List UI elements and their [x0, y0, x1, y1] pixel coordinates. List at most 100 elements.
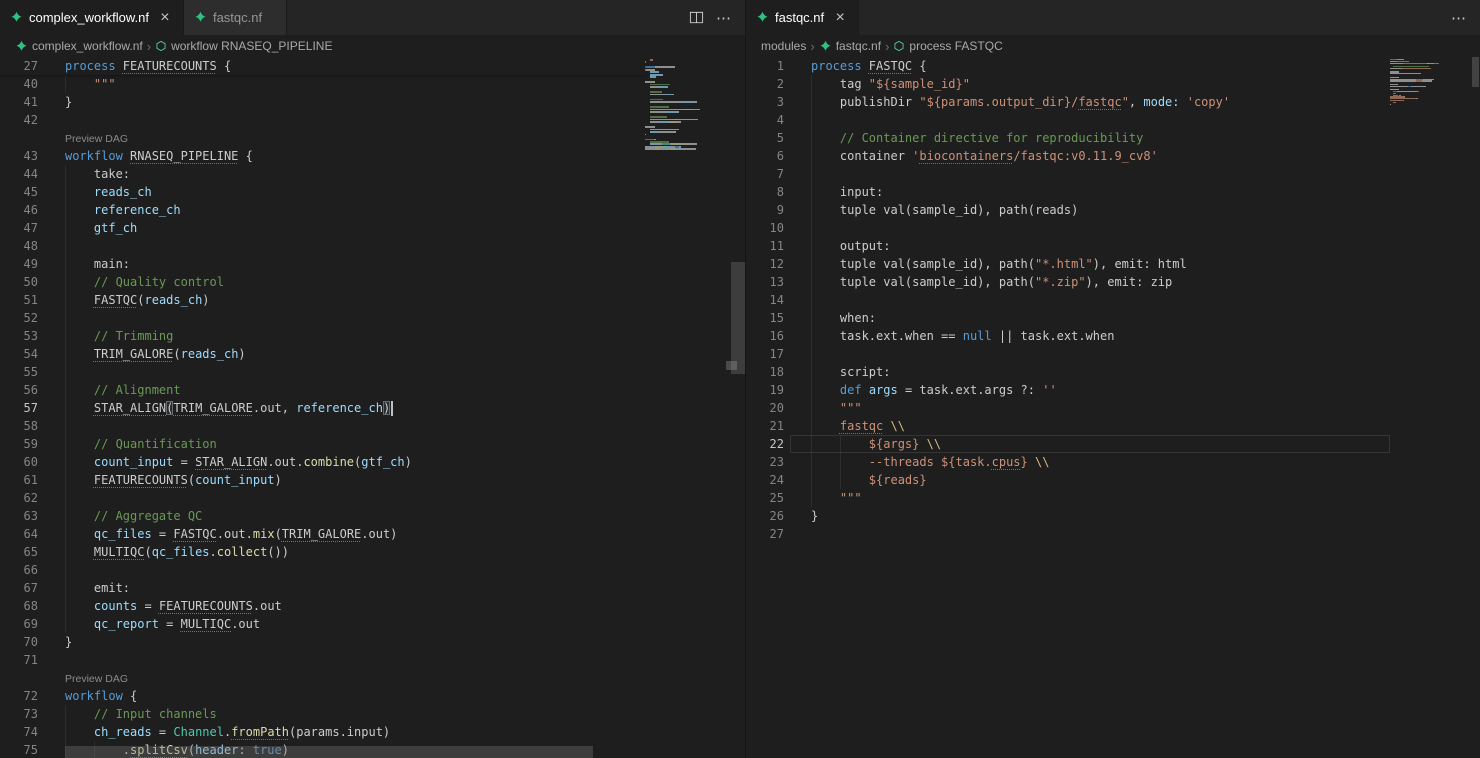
line-number — [0, 129, 38, 147]
code-line[interactable]: 68 counts = FEATURECOUNTS.out — [0, 597, 745, 615]
code-line[interactable]: 11 output: — [746, 237, 1480, 255]
breadcrumb-item[interactable]: process FASTQC — [893, 39, 1002, 53]
code-line[interactable]: 51 FASTQC(reads_ch) — [0, 291, 745, 309]
breadcrumb-item[interactable]: complex_workflow.nf — [15, 39, 143, 53]
code-line[interactable]: 7 — [746, 165, 1480, 183]
code-line[interactable]: 23 --threads ${task.cpus} \\ — [746, 453, 1480, 471]
code-line[interactable]: 71 — [0, 651, 745, 669]
code-line[interactable]: 58 — [0, 417, 745, 435]
code-line[interactable]: 61 FEATURECOUNTS(count_input) — [0, 471, 745, 489]
code-line[interactable]: 45 reads_ch — [0, 183, 745, 201]
code-text: Preview DAG — [65, 129, 128, 147]
code-line[interactable]: 46 reference_ch — [0, 201, 745, 219]
code-line[interactable]: 66 — [0, 561, 745, 579]
line-number: 48 — [0, 237, 38, 255]
code-line[interactable]: 25 """ — [746, 489, 1480, 507]
tab-fastqc-nf[interactable]: fastqc.nf× — [746, 0, 859, 35]
code-line[interactable]: 49 main: — [0, 255, 745, 273]
code-line[interactable]: 27 — [746, 525, 1480, 543]
breadcrumb-item[interactable]: modules — [761, 39, 806, 53]
code-line[interactable]: 19 def args = task.ext.args ?: '' — [746, 381, 1480, 399]
nextflow-file-icon — [10, 11, 23, 24]
code-line[interactable]: 8 input: — [746, 183, 1480, 201]
editor-group-divider[interactable] — [745, 0, 746, 758]
code-line[interactable]: 10 — [746, 219, 1480, 237]
code-line[interactable]: 52 — [0, 309, 745, 327]
breadcrumb-item[interactable]: fastqc.nf — [819, 39, 881, 53]
code-line[interactable]: 14 — [746, 291, 1480, 309]
horizontal-scrollbar[interactable] — [65, 746, 593, 758]
code-line[interactable]: 17 — [746, 345, 1480, 363]
code-line[interactable]: 55 — [0, 363, 745, 381]
code-line[interactable]: 43workflow RNASEQ_PIPELINE { — [0, 147, 745, 165]
tab-fastqc-nf[interactable]: fastqc.nf — [184, 0, 287, 35]
code-token — [811, 383, 840, 397]
code-line[interactable]: 16 task.ext.when == null || task.ext.whe… — [746, 327, 1480, 345]
code-line[interactable]: 9 tuple val(sample_id), path(reads) — [746, 201, 1480, 219]
code-line[interactable]: 40 """ — [0, 75, 745, 93]
code-line[interactable]: 73 // Input channels — [0, 705, 745, 723]
code-line[interactable]: 20 """ — [746, 399, 1480, 417]
code-line[interactable]: 72workflow { — [0, 687, 745, 705]
codelens-preview-dag[interactable]: Preview DAG — [65, 133, 128, 145]
code-token — [65, 617, 94, 631]
editor[interactable]: 40 """41}42 Preview DAG 43workflow RNASEQ_… — [0, 57, 745, 758]
code-line[interactable]: 13 tuple val(sample_id), path("*.zip"), … — [746, 273, 1480, 291]
code-line[interactable]: 41} — [0, 93, 745, 111]
code-line[interactable]: 22 ${args} \\ — [746, 435, 1480, 453]
code-line[interactable]: 63 // Aggregate QC — [0, 507, 745, 525]
code-line[interactable]: 2 tag "${sample_id}" — [746, 75, 1480, 93]
tab-complex-workflow-nf[interactable]: complex_workflow.nf× — [0, 0, 184, 35]
code-line[interactable]: 54 TRIM_GALORE(reads_ch) — [0, 345, 745, 363]
code-line[interactable]: 24 ${reads} — [746, 471, 1480, 489]
code-line[interactable]: 56 // Alignment — [0, 381, 745, 399]
code-line[interactable]: 64 qc_files = FASTQC.out.mix(TRIM_GALORE… — [0, 525, 745, 543]
codelens-preview-dag[interactable]: Preview DAG — [65, 673, 128, 685]
line-number: 58 — [0, 417, 38, 435]
code-line[interactable]: 42 — [0, 111, 745, 129]
code-line[interactable]: 12 tuple val(sample_id), path("*.html"),… — [746, 255, 1480, 273]
code-line[interactable]: 6 container 'biocontainers/fastqc:v0.11.… — [746, 147, 1480, 165]
code-line[interactable]: 60 count_input = STAR_ALIGN.out.combine(… — [0, 453, 745, 471]
code-line[interactable]: 67 emit: — [0, 579, 745, 597]
code-line[interactable]: 27process FEATURECOUNTS { — [0, 57, 645, 75]
code-line[interactable]: 26} — [746, 507, 1480, 525]
minimap-line — [645, 143, 731, 145]
code-line[interactable]: 15 when: — [746, 309, 1480, 327]
codelens-row[interactable]: Preview DAG — [0, 669, 745, 687]
code-line[interactable]: 74 ch_reads = Channel.fromPath(params.in… — [0, 723, 745, 741]
breadcrumb-item[interactable]: workflow RNASEQ_PIPELINE — [155, 39, 332, 53]
code-line[interactable]: 59 // Quantification — [0, 435, 745, 453]
split-editor-icon[interactable] — [685, 7, 707, 29]
codelens-row[interactable]: Preview DAG — [0, 129, 745, 147]
more-actions-icon[interactable]: ⋯ — [1448, 7, 1470, 29]
tab-close-icon[interactable]: × — [155, 8, 175, 28]
editor[interactable]: 1process FASTQC {2 tag "${sample_id}"3 p… — [746, 57, 1480, 758]
code-line[interactable]: 21 fastqc \\ — [746, 417, 1480, 435]
code-line[interactable]: 62 — [0, 489, 745, 507]
code-line[interactable]: 48 — [0, 237, 745, 255]
tab-close-icon[interactable]: × — [830, 8, 850, 28]
code-line[interactable]: 3 publishDir "${params.output_dir}/fastq… — [746, 93, 1480, 111]
code-line[interactable]: 69 qc_report = MULTIQC.out — [0, 615, 745, 633]
code-line[interactable]: 65 MULTIQC(qc_files.collect()) — [0, 543, 745, 561]
minimap-line — [645, 96, 731, 98]
more-actions-icon[interactable]: ⋯ — [713, 7, 735, 29]
code-line[interactable]: 57 STAR_ALIGN(TRIM_GALORE.out, reference… — [0, 399, 745, 417]
minimap[interactable] — [645, 59, 731, 151]
minimap[interactable] — [1390, 59, 1452, 107]
code-line[interactable]: 4 — [746, 111, 1480, 129]
code-text: qc_files = FASTQC.out.mix(TRIM_GALORE.ou… — [65, 525, 397, 543]
vertical-scrollbar[interactable] — [1472, 57, 1479, 87]
code-line[interactable]: 70} — [0, 633, 745, 651]
code-line[interactable]: 47 gtf_ch — [0, 219, 745, 237]
indent-guide — [811, 345, 812, 363]
code-line[interactable]: 50 // Quality control — [0, 273, 745, 291]
code-line[interactable]: 18 script: — [746, 363, 1480, 381]
code-line[interactable]: 53 // Trimming — [0, 327, 745, 345]
code-line[interactable]: 44 take: — [0, 165, 745, 183]
sticky-scroll-line[interactable]: 27process FEATURECOUNTS { — [0, 57, 645, 75]
vertical-scrollbar[interactable] — [731, 262, 745, 374]
code-line[interactable]: 1process FASTQC { — [746, 57, 1480, 75]
code-line[interactable]: 5 // Container directive for reproducibi… — [746, 129, 1480, 147]
